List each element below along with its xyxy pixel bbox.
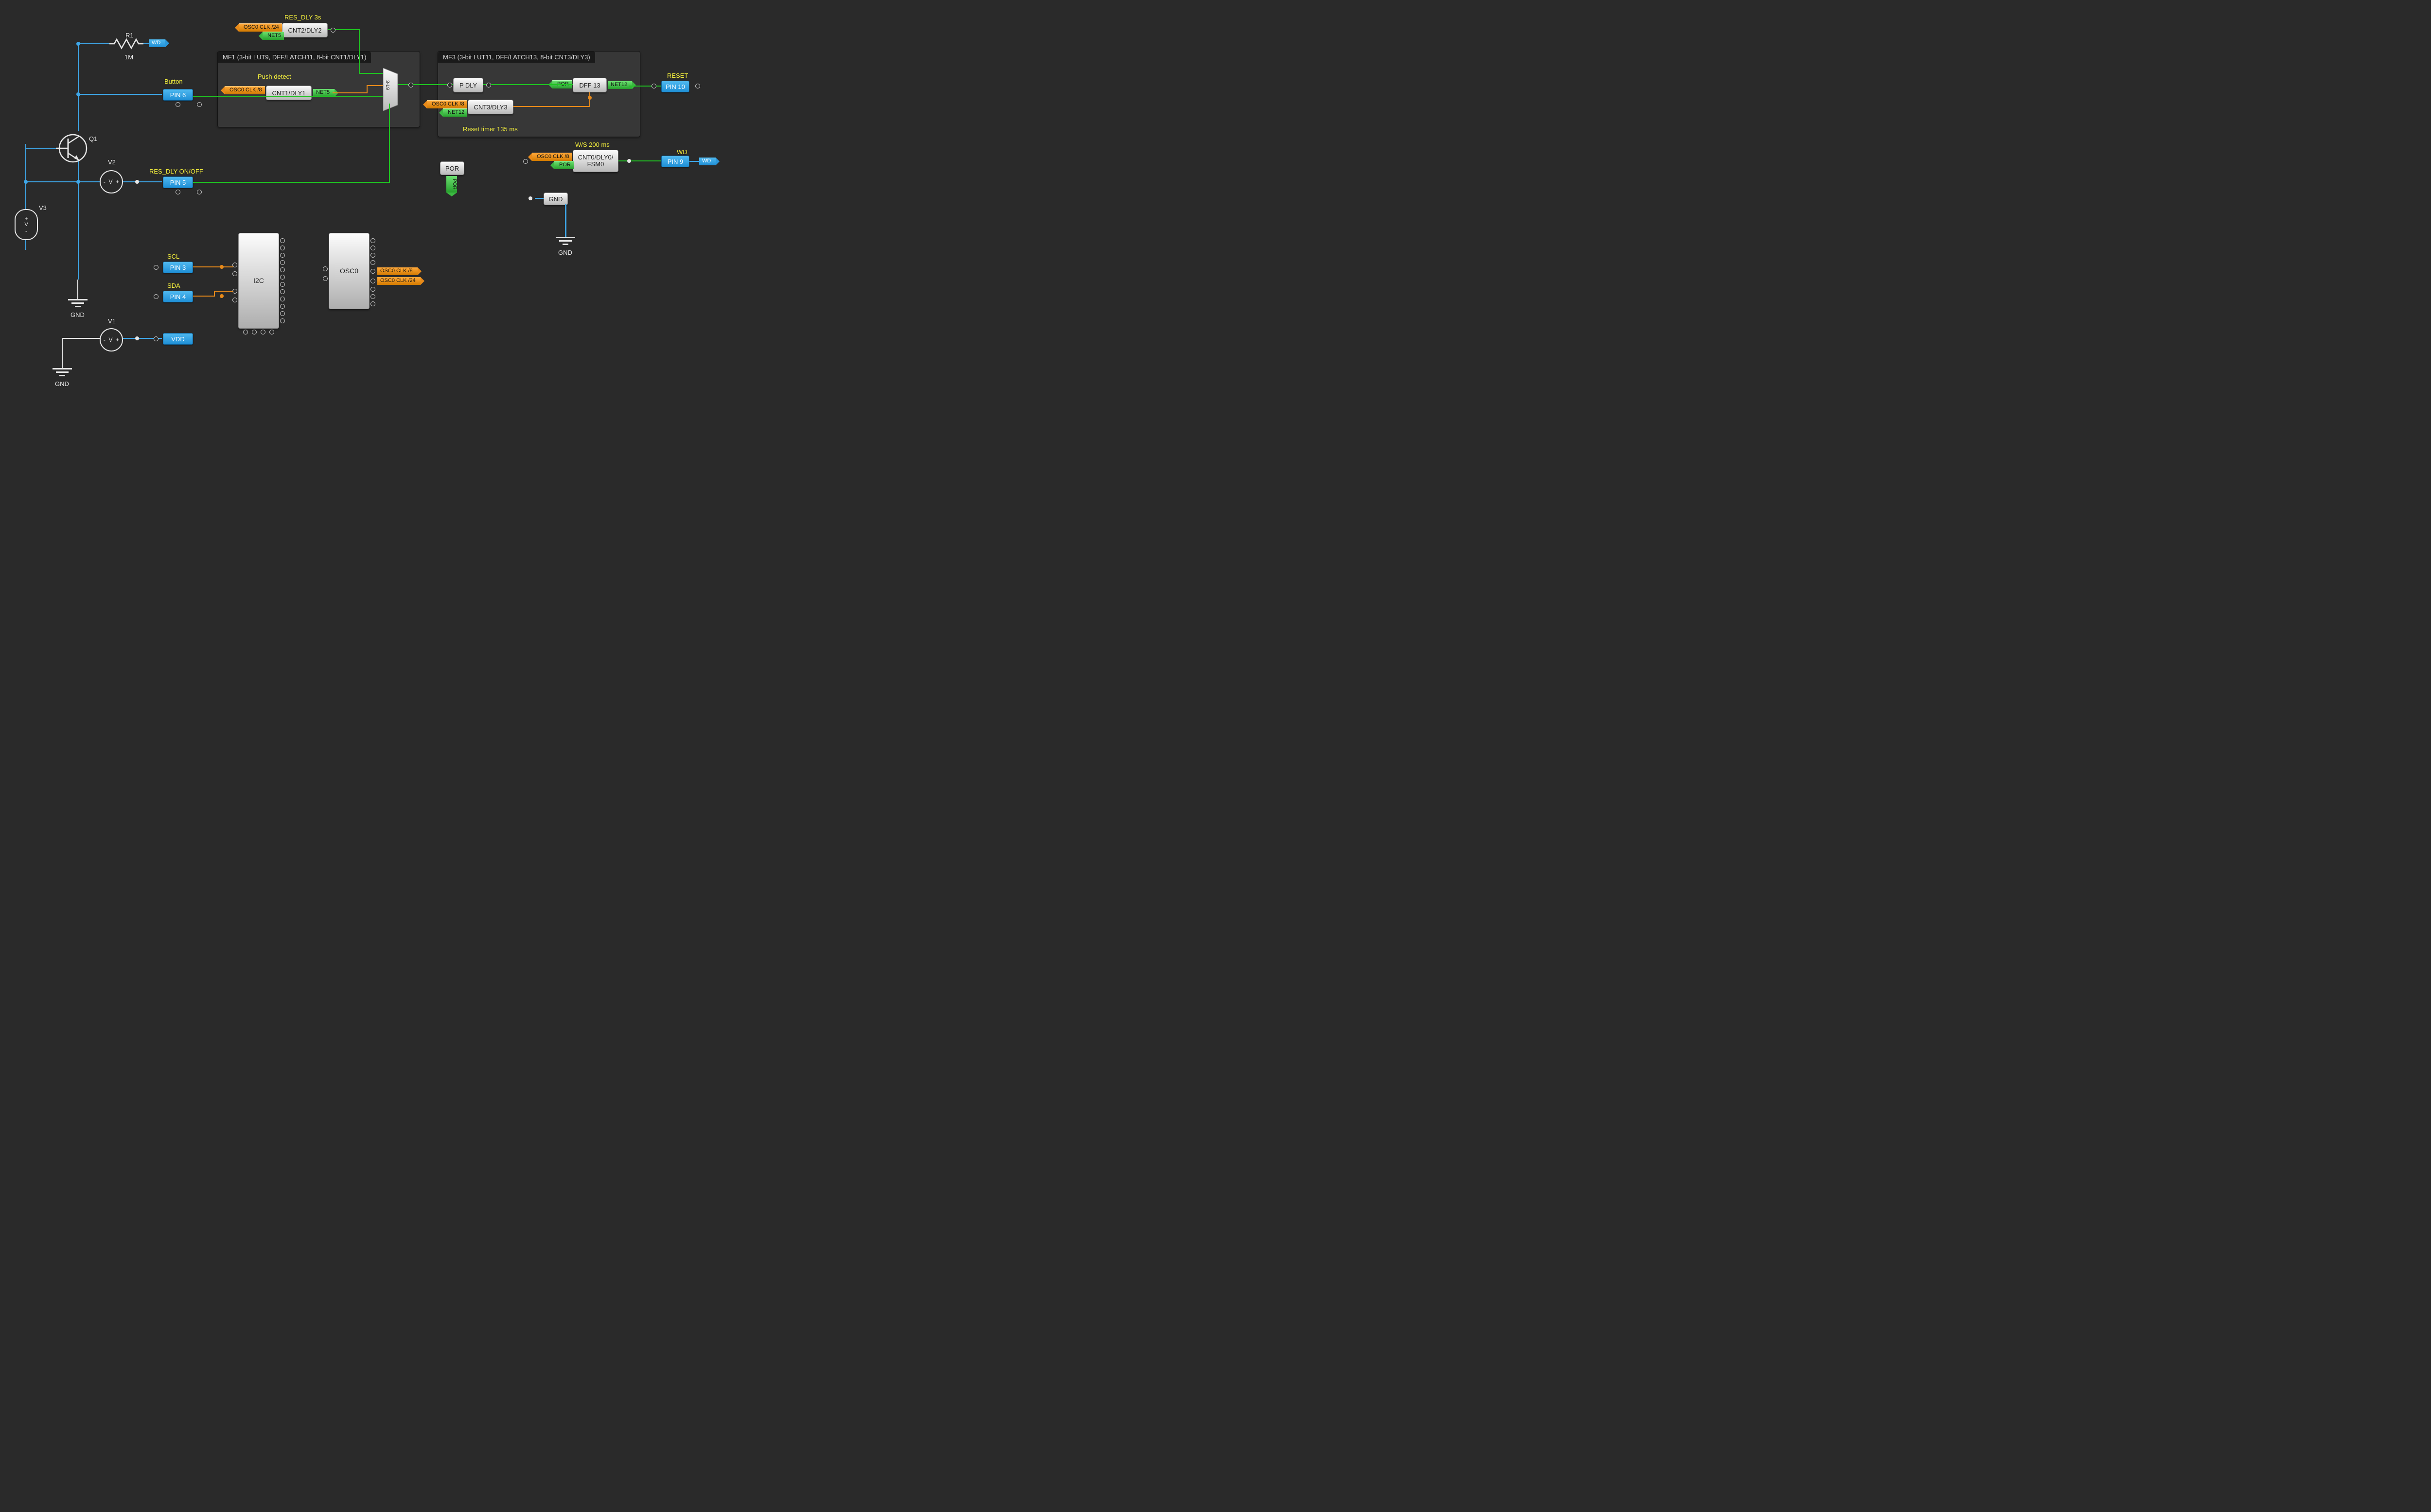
transistor-q1[interactable] [56,131,90,165]
block-cnt2[interactable]: CNT2/DLY2 [282,23,328,37]
block-por[interactable]: POR [440,161,464,175]
block-dff13[interactable]: DFF 13 [573,78,607,92]
lbl-resdly-onoff: RES_DLY ON/OFF [149,168,203,175]
tag-clk8-cnt1: OSC0 CLK /8 [225,86,265,94]
block-osc0[interactable]: OSC0 [329,233,370,309]
block-gnd[interactable]: GND [544,193,568,205]
schematic-canvas: MF1 (3-bit LUT9, DFF/LATCH11, 8-bit CNT1… [0,0,729,389]
source-v3[interactable]: +V- [15,209,38,240]
tag-clk24-cnt2: OSC0 CLK /24 [239,23,282,32]
pin-vdd[interactable]: VDD [163,333,193,345]
lbl-wd: WD [677,148,687,156]
lbl-sda: SDA [167,282,180,289]
tag-wd-pin9: WD [699,158,716,165]
lbl-scl: SCL [167,253,179,260]
lbl-button: Button [164,78,183,85]
gnd-1 [68,299,88,311]
frame-mf3-title: MF3 (3-bit LUT11, DFF/LATCH13, 8-bit CNT… [438,52,595,63]
lbl-gnd2: GND [558,249,572,256]
source-v2[interactable]: - V + [100,170,123,193]
lbl-v1: V1 [108,317,116,325]
pin-5[interactable]: PIN 5 [163,176,193,188]
lbl-q1: Q1 [89,135,97,142]
lbl-v2: V2 [108,158,116,166]
tag-net12-dff: NET12 [608,81,632,89]
tag-clk8-cnt3: OSC0 CLK /8 [427,100,467,108]
block-cnt3[interactable]: CNT3/DLY3 [468,100,513,114]
frame-mf3[interactable]: MF3 (3-bit LUT11, DFF/LATCH13, 8-bit CNT… [438,51,640,137]
frame-mf1-title: MF1 (3-bit LUT9, DFF/LATCH11, 8-bit CNT1… [218,52,371,63]
lbl-pushdetect: Push detect [258,73,291,80]
block-i2c[interactable]: I2C [238,233,279,329]
block-cnt1[interactable]: CNT1/DLY1 [266,86,312,100]
lbl-r1-val: 1M [124,53,133,61]
resistor-r1[interactable] [109,38,143,50]
block-lut9-mux[interactable]: 3-L9 [383,68,398,107]
lbl-ws: W/S 200 ms [575,141,610,148]
tag-wd-r1: WD [149,39,165,47]
tag-osc-clk8: OSC0 CLK /8 [377,267,418,275]
lbl-gnd1: GND [70,311,85,318]
lbl-v3: V3 [39,204,47,211]
tag-por-vert: POR [446,176,457,193]
pin-4[interactable]: PIN 4 [163,291,193,302]
lbl-reset: RESET [667,72,688,79]
pin-6[interactable]: PIN 6 [163,89,193,101]
pin-9[interactable]: PIN 9 [661,156,689,167]
pin-3[interactable]: PIN 3 [163,262,193,273]
tag-osc-clk24: OSC0 CLK /24 [377,277,421,285]
lbl-gnd3: GND [55,380,69,387]
gnd-3 [53,368,72,380]
tag-net5-cnt2: NET5 [263,32,284,40]
lbl-reset-timer: Reset timer 135 ms [463,125,518,133]
block-cnt0[interactable]: CNT0/DLY0/ FSM0 [573,150,618,172]
pin-10[interactable]: PIN 10 [661,81,689,92]
gnd-2 [556,237,575,248]
source-v1[interactable]: - V + [100,328,123,352]
lbl-resdly3s: RES_DLY 3s [284,14,321,21]
block-pdly[interactable]: P DLY [453,78,483,92]
tag-clk8-cnt0: OSC0 CLK /8 [532,153,572,161]
tag-net12-cnt3: NET12 [443,108,467,117]
tag-por-cnt0: POR [554,161,574,169]
